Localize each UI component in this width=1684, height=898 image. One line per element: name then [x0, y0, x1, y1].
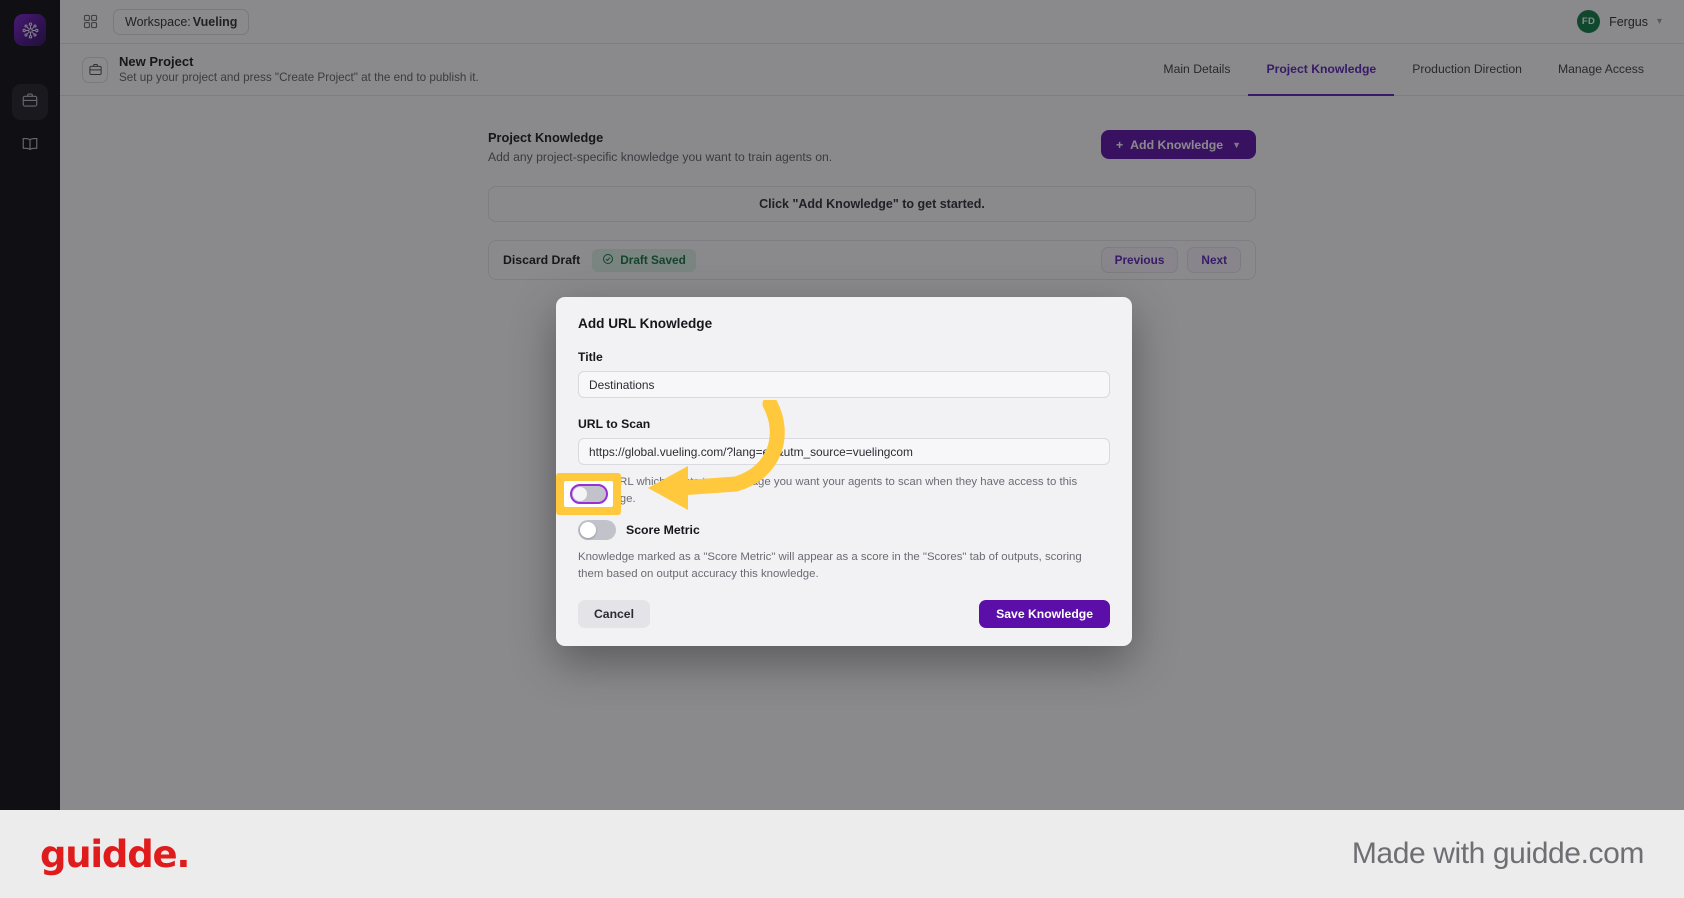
url-field-label: URL to Scan — [578, 417, 651, 431]
toggle-knob — [572, 487, 587, 501]
modal-body: Add URL Knowledge Title URL to Scan Add … — [556, 297, 1132, 586]
guidde-footer: guidde. Made with guidde.com — [0, 810, 1684, 898]
modal-footer: Cancel Save Knowledge — [556, 586, 1132, 646]
save-knowledge-button[interactable]: Save Knowledge — [979, 600, 1110, 629]
add-url-knowledge-modal: Add URL Knowledge Title URL to Scan Add … — [556, 297, 1132, 647]
score-metric-helper-text: Knowledge marked as a "Score Metric" wil… — [578, 551, 1082, 580]
modal-title: Add URL Knowledge — [578, 316, 713, 331]
score-metric-toggle[interactable] — [578, 520, 616, 541]
url-helper-text: Add a URL which points to a webpage you … — [578, 476, 1078, 505]
made-with-guidde-text: Made with guidde.com — [1351, 837, 1645, 870]
title-field-label: Title — [578, 350, 603, 364]
title-input[interactable] — [578, 371, 1110, 398]
score-metric-row: Score Metric — [578, 520, 1110, 541]
score-metric-label: Score Metric — [626, 523, 700, 538]
annotation-highlight-inner — [564, 481, 613, 507]
score-metric-toggle-highlighted[interactable] — [569, 484, 608, 504]
cancel-button[interactable]: Cancel — [578, 600, 650, 629]
annotation-highlight-box — [556, 473, 621, 515]
guidde-logo: guidde. — [40, 832, 190, 876]
url-input[interactable] — [578, 438, 1110, 465]
toggle-knob — [580, 522, 596, 539]
